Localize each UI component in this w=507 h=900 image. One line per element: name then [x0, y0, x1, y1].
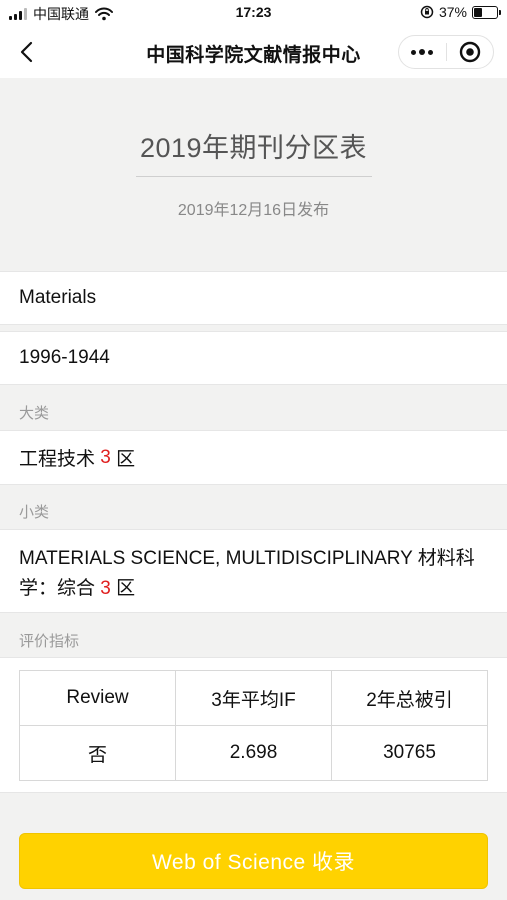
status-right: 37% [420, 4, 501, 20]
metric-value-review: 否 [19, 725, 176, 781]
more-icon [411, 49, 417, 55]
major-category-label: 大类 [19, 405, 50, 422]
page-title: 2019年期刊分区表 [139, 133, 368, 163]
nav-bar: 中国科学院文献情报中心 [0, 26, 507, 78]
status-bar: 中国联通 17:23 37% [0, 0, 507, 26]
major-category-zone: 3 [100, 446, 111, 468]
battery-icon [472, 5, 501, 19]
journal-issn: 1996-1944 [19, 347, 110, 368]
major-category-zone-suffix: 区 [116, 449, 136, 470]
metrics-value-row: 否 2.698 30765 [19, 725, 488, 781]
major-category-text: 工程技术 [19, 449, 96, 470]
issn-row: 1996-1944 [0, 331, 507, 385]
minor-category-row: MATERIALS SCIENCE, MULTIDISCIPLINARY 材料科… [0, 529, 507, 613]
journal-name: Materials [19, 287, 97, 308]
more-button[interactable] [399, 36, 446, 68]
battery-percent: 37% [438, 4, 467, 20]
metric-value-if: 2.698 [175, 725, 332, 781]
metric-header-citations: 2年总被引 [331, 670, 488, 726]
metric-value-citations: 30765 [331, 725, 488, 781]
publish-date: 2019年12月16日发布 [177, 202, 330, 219]
mini-program-capsule [398, 35, 494, 69]
rotation-lock-icon [420, 5, 434, 19]
minor-category-text: MATERIALS SCIENCE, MULTIDISCIPLINARY 材料科… [19, 548, 475, 599]
title-divider [136, 176, 372, 177]
metrics-header-row: Review 3年平均IF 2年总被引 [19, 670, 488, 726]
minor-category-zone-suffix: 区 [116, 578, 136, 599]
major-category-row: 工程技术 3 区 [0, 430, 507, 485]
metric-header-if: 3年平均IF [175, 670, 332, 726]
web-of-science-button[interactable]: Web of Science 收录 [19, 833, 488, 889]
metrics-table: Review 3年平均IF 2年总被引 否 2.698 30765 [19, 670, 488, 781]
metrics-section: Review 3年平均IF 2年总被引 否 2.698 30765 [0, 657, 507, 793]
metrics-label: 评价指标 [19, 633, 80, 650]
minor-category-zone: 3 [100, 578, 111, 599]
minor-category-label: 小类 [19, 504, 50, 521]
journal-name-row: Materials [0, 271, 507, 325]
page-header: 2019年期刊分区表 2019年12月16日发布 [0, 78, 507, 271]
metric-header-review: Review [19, 670, 176, 726]
target-close-icon [459, 41, 480, 63]
close-button[interactable] [447, 36, 494, 68]
